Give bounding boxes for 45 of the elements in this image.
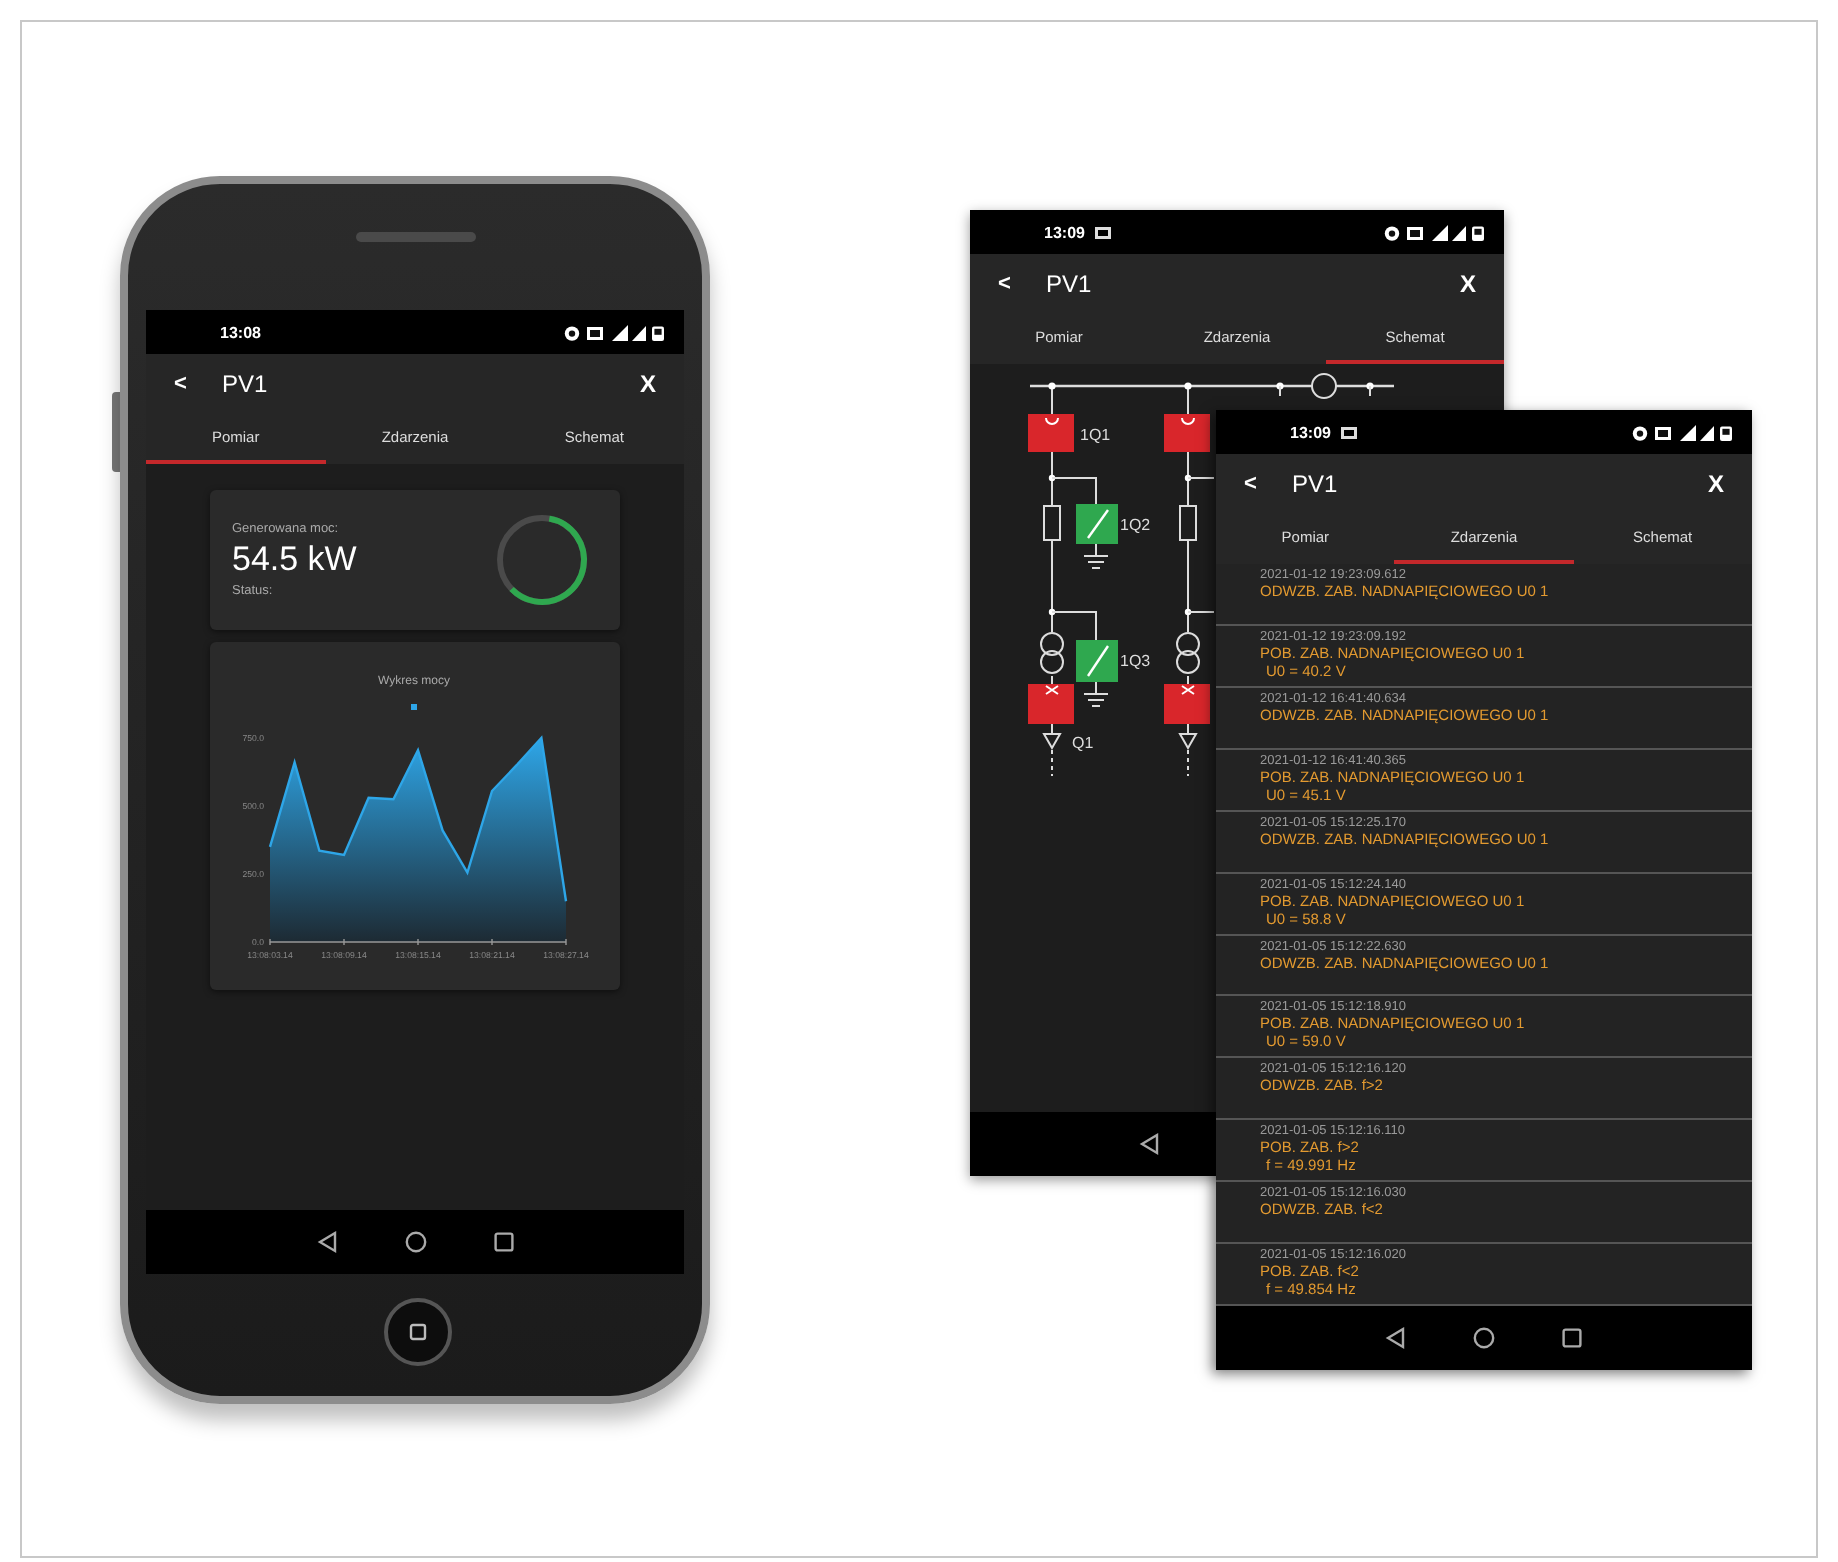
- battery-icon: [1720, 425, 1732, 440]
- sim-icon: [1340, 425, 1359, 439]
- back-icon[interactable]: [1384, 1326, 1408, 1350]
- power-value: 54.5 kW: [232, 540, 357, 580]
- close-button[interactable]: X: [1459, 270, 1476, 298]
- recents-icon[interactable]: [491, 1230, 515, 1254]
- recents-icon[interactable]: [1560, 1326, 1584, 1350]
- signal-icon: [632, 325, 646, 340]
- back-icon[interactable]: [1137, 1132, 1161, 1156]
- sim-icon: [1094, 225, 1113, 239]
- notification-icon: [587, 326, 603, 339]
- alarm-icon: [564, 325, 580, 340]
- alarm-icon: [1384, 225, 1400, 240]
- signal-icon: [1452, 225, 1466, 240]
- status-time: 13:08: [220, 323, 261, 341]
- close-button[interactable]: X: [639, 370, 656, 398]
- screen-title: PV1: [222, 370, 270, 398]
- square-icon: [408, 1322, 428, 1342]
- back-button[interactable]: <: [174, 372, 222, 396]
- alarm-icon: [1632, 425, 1648, 440]
- phone-speaker: [356, 232, 476, 242]
- signal-icon: [1700, 425, 1714, 440]
- home-icon[interactable]: [1472, 1326, 1496, 1350]
- screen-title: PV1: [1046, 270, 1094, 298]
- back-button[interactable]: <: [998, 272, 1046, 296]
- close-button[interactable]: X: [1707, 470, 1724, 498]
- back-icon[interactable]: [315, 1230, 339, 1254]
- mobile-data-icon: [1432, 224, 1448, 240]
- notification-icon: [1407, 226, 1423, 239]
- notification-icon: [1655, 426, 1671, 439]
- battery-icon: [652, 325, 664, 340]
- legend-marker: [411, 704, 417, 710]
- switch-label: 1Q1: [1080, 426, 1111, 444]
- status-time: 13:09: [1290, 423, 1331, 441]
- home-icon[interactable]: [403, 1230, 427, 1254]
- switch-label: 1Q2: [1120, 516, 1151, 534]
- status-time: 13:09: [1044, 223, 1085, 241]
- switch-label: 1Q3: [1120, 652, 1151, 670]
- screen-title: PV1: [1292, 470, 1340, 498]
- mobile-data-icon: [1680, 424, 1696, 440]
- switch-label: Q1: [1072, 734, 1094, 752]
- battery-icon: [1472, 225, 1484, 240]
- power-gauge: [492, 510, 592, 610]
- back-button[interactable]: <: [1244, 472, 1292, 496]
- mobile-data-icon: [612, 324, 628, 340]
